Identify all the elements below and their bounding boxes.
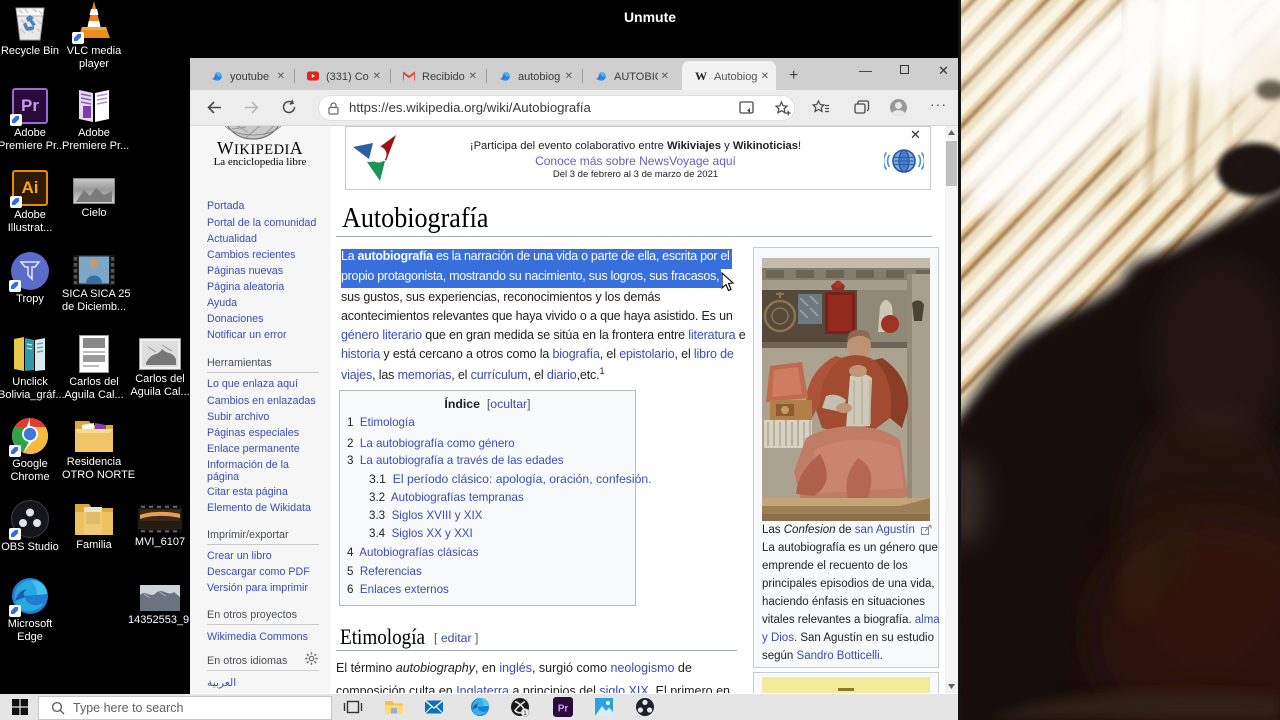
svg-text:Pr: Pr — [558, 704, 569, 715]
